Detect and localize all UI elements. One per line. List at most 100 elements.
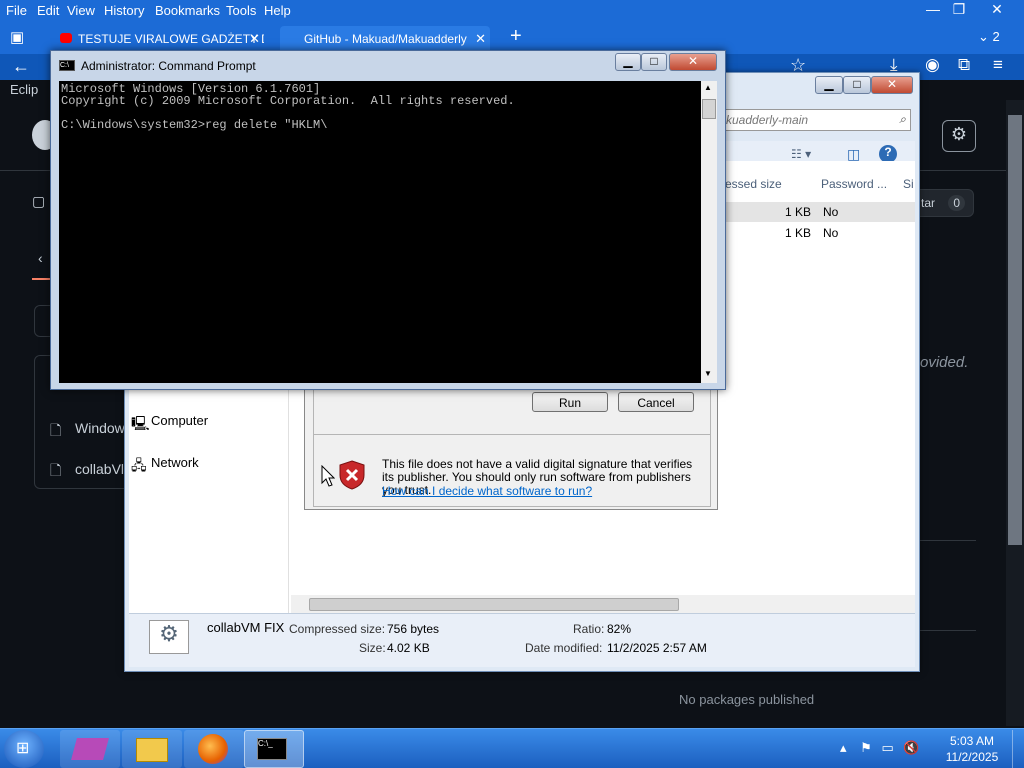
volume-muted-icon[interactable]: 🔇 bbox=[903, 740, 919, 755]
clock-time: 5:03 AM bbox=[949, 734, 995, 748]
menu-edit[interactable]: Edit bbox=[37, 3, 59, 18]
cmd-close-button[interactable]: ✕ bbox=[669, 53, 717, 71]
settings-sliders-icon[interactable]: ⚙ bbox=[942, 120, 976, 152]
divider bbox=[920, 540, 976, 541]
cmd-scroll-thumb[interactable] bbox=[702, 99, 716, 119]
tab-close-icon[interactable]: ✕ bbox=[249, 31, 260, 47]
tab-github[interactable]: GitHub - Makuad/Makuadderly ✕ bbox=[280, 26, 490, 52]
detail-compressed-label: Compressed size: bbox=[289, 622, 386, 636]
action-center-icon[interactable]: ⚑ bbox=[860, 740, 872, 755]
tab-youtube[interactable]: TESTUJE VIRALOWE GADŻETY D ✕ bbox=[54, 26, 264, 52]
packages-text: No packages published bbox=[679, 692, 815, 707]
column-headers: ressed size Password ... Si bbox=[721, 173, 915, 197]
cancel-button[interactable]: Cancel bbox=[618, 392, 694, 412]
row-password: No bbox=[823, 226, 839, 240]
row-password: No bbox=[823, 205, 839, 219]
nav-network[interactable]: 🖧 Network bbox=[131, 455, 199, 473]
chevron-left-icon[interactable]: ‹ bbox=[38, 250, 43, 266]
cmd-vscrollbar[interactable]: ▲ ▼ bbox=[701, 81, 717, 383]
detail-filename: collabVM FIX bbox=[207, 620, 285, 635]
explorer-close-button[interactable]: ✕ bbox=[871, 76, 913, 94]
cmd-title: Administrator: Command Prompt bbox=[81, 59, 256, 73]
description-text: ovided. bbox=[920, 354, 969, 371]
explorer-search-input[interactable]: kuadderly-main ⌕ bbox=[721, 109, 911, 131]
network-icon: 🖧 bbox=[131, 457, 147, 473]
nav-label: Computer bbox=[151, 413, 209, 428]
taskbar-firefox[interactable] bbox=[184, 730, 244, 768]
scroll-down-icon[interactable]: ▼ bbox=[704, 369, 712, 378]
cmd-icon: C:\_ bbox=[257, 738, 287, 760]
scroll-up-icon[interactable]: ▲ bbox=[704, 83, 712, 92]
file-row[interactable]: 1 KB No bbox=[721, 223, 915, 243]
taskbar-app[interactable] bbox=[60, 730, 120, 768]
windows-logo-icon: ⊞ bbox=[16, 740, 30, 757]
new-tab-button[interactable]: + bbox=[510, 25, 522, 48]
console-output[interactable]: Microsoft Windows [Version 6.1.7601] Cop… bbox=[59, 81, 701, 383]
detail-modified-value: 11/2/2025 2:57 AM bbox=[607, 641, 707, 655]
firefox-restore-button[interactable]: ❐ bbox=[944, 1, 974, 18]
nav-computer[interactable]: 🖳 Computer bbox=[131, 413, 209, 431]
mouse-cursor-icon bbox=[321, 465, 335, 487]
explorer-maximize-button[interactable]: □ bbox=[843, 76, 871, 94]
divider bbox=[920, 630, 976, 631]
dialog-frame: Run Cancel This file does not have a val… bbox=[313, 385, 711, 507]
help-link[interactable]: How can I decide what software to run? bbox=[382, 484, 592, 498]
detail-compressed-value: 756 bytes bbox=[387, 622, 440, 636]
run-button[interactable]: Run bbox=[532, 392, 608, 412]
tab-label: TESTUJE VIRALOWE GADŻETY D bbox=[78, 32, 264, 46]
taskbar-explorer[interactable] bbox=[122, 730, 182, 768]
cmd-minimize-button[interactable]: ▁ bbox=[615, 53, 641, 71]
file-name[interactable]: Window bbox=[75, 420, 125, 436]
detail-modified-label: Date modified: bbox=[525, 641, 603, 655]
detail-size-value: 4.02 KB bbox=[387, 641, 430, 655]
clock[interactable]: 5:03 AM 11/2/2025 bbox=[940, 733, 1004, 765]
star-label: tar bbox=[921, 196, 936, 210]
menu-help[interactable]: Help bbox=[264, 3, 291, 18]
menu-hamburger-icon[interactable]: ≡ bbox=[993, 55, 1003, 75]
menu-bookmarks[interactable]: Bookmarks bbox=[155, 3, 220, 18]
tray-expand-icon[interactable]: ▴ bbox=[840, 740, 847, 755]
cmd-app-icon: C:\ bbox=[59, 60, 75, 71]
tab-close-icon[interactable]: ✕ bbox=[475, 31, 486, 47]
star-count: 0 bbox=[948, 195, 966, 211]
detail-ratio-value: 82% bbox=[607, 622, 632, 636]
detail-ratio-label: Ratio: bbox=[573, 622, 605, 636]
folder-icon bbox=[136, 738, 168, 762]
file-name[interactable]: collabVl bbox=[75, 461, 124, 477]
menu-file[interactable]: File bbox=[6, 3, 27, 18]
show-desktop-button[interactable] bbox=[1012, 730, 1024, 768]
view-options-icon[interactable]: ☷ ▾ bbox=[791, 147, 811, 161]
tab-list-button[interactable]: ⌄ 2 bbox=[978, 29, 1000, 45]
menu-tools[interactable]: Tools bbox=[226, 3, 256, 18]
app-icon bbox=[71, 738, 109, 760]
tab-label: GitHub - Makuad/Makuadderly bbox=[304, 32, 467, 46]
tab-count: 2 bbox=[992, 29, 1000, 44]
security-warning-dialog: Run Cancel This file does not have a val… bbox=[304, 380, 718, 510]
explorer-minimize-button[interactable]: ▁ bbox=[815, 76, 843, 94]
file-icon: 🗋 bbox=[50, 422, 62, 438]
network-tray-icon[interactable]: ▭ bbox=[881, 740, 893, 755]
explorer-hscroll-thumb[interactable] bbox=[309, 598, 679, 611]
account-icon[interactable]: ◉ bbox=[925, 55, 940, 75]
eclipse-fragment: Eclip bbox=[10, 82, 39, 97]
file-row[interactable]: 1 KB No bbox=[721, 202, 915, 222]
taskbar-cmd[interactable]: C:\_ bbox=[244, 730, 304, 768]
tab-overview-icon[interactable]: ▣ bbox=[10, 28, 24, 46]
menu-history[interactable]: History bbox=[104, 3, 144, 18]
repo-icon: ▢ bbox=[32, 193, 46, 209]
column-compressed-size[interactable]: ressed size bbox=[721, 177, 782, 191]
search-icon: ⌕ bbox=[899, 112, 906, 126]
firefox-close-button[interactable]: ✕ bbox=[982, 1, 1012, 18]
computer-icon: 🖳 bbox=[131, 415, 150, 431]
menu-view[interactable]: View bbox=[67, 3, 95, 18]
system-tray: ▴ ⚑ ▭ 🔇 bbox=[840, 740, 920, 756]
details-pane: ⚙ collabVM FIX Compressed size: 756 byte… bbox=[129, 613, 915, 667]
page-scrollbar-thumb[interactable] bbox=[1008, 115, 1022, 545]
nav-label: Network bbox=[151, 455, 199, 470]
back-icon[interactable]: ← bbox=[12, 56, 30, 77]
firefox-menubar: File Edit View History Bookmarks Tools H… bbox=[0, 0, 1024, 22]
extensions-icon[interactable]: ⧉ bbox=[958, 55, 970, 75]
column-password[interactable]: Password ... bbox=[821, 177, 887, 191]
cmd-maximize-button[interactable]: □ bbox=[641, 53, 667, 71]
column-size[interactable]: Si bbox=[903, 177, 914, 191]
